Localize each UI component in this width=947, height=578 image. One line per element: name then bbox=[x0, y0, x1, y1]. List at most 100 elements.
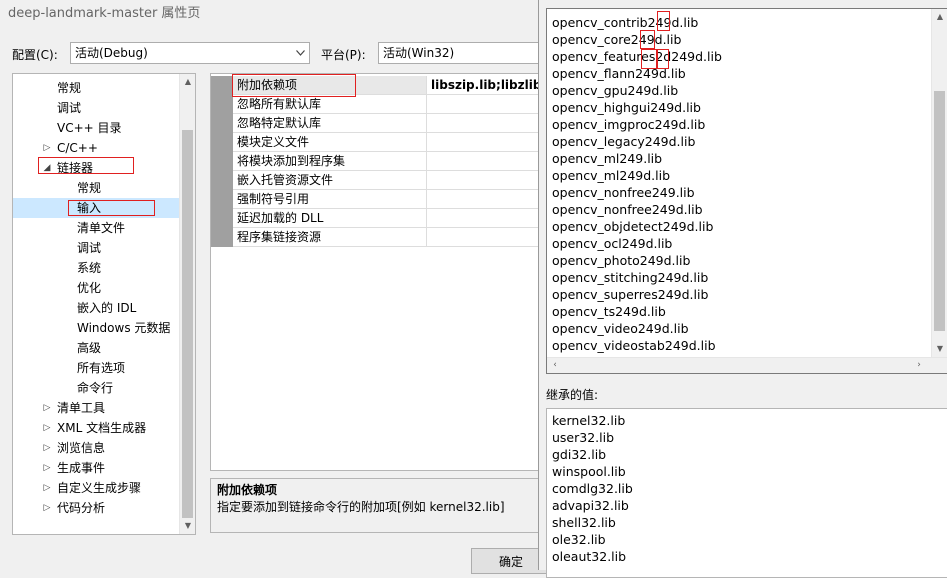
scroll-down-icon[interactable]: ▼ bbox=[932, 341, 947, 357]
tree-item-label: 调试 bbox=[77, 241, 102, 255]
scroll-up-icon[interactable]: ▲ bbox=[180, 74, 195, 90]
tree-item[interactable]: 所有选项 bbox=[77, 358, 125, 378]
tree-item[interactable]: ◢ 链接器 bbox=[44, 158, 93, 178]
inherited-values-label: 继承的值: bbox=[546, 388, 599, 402]
tree-item[interactable]: 命令行 bbox=[77, 378, 113, 398]
tree-item[interactable]: ▷ 清单工具 bbox=[44, 398, 106, 418]
dependency-line: opencv_core249d.lib bbox=[552, 32, 682, 47]
tree-item[interactable]: ▷ 自定义生成步骤 bbox=[44, 478, 141, 498]
scroll-up-icon[interactable]: ▲ bbox=[932, 9, 947, 25]
collapsed-triangle-icon[interactable]: ▷ bbox=[41, 418, 53, 438]
scroll-left-icon[interactable]: ‹ bbox=[547, 358, 563, 373]
tree-item-label: 系统 bbox=[77, 261, 102, 275]
property-row[interactable]: 模块定义文件 bbox=[211, 133, 539, 152]
additional-dependencies-dialog: opencv_contrib249d.lib opencv_core249d.li… bbox=[538, 0, 947, 578]
tree-item-label: 输入 bbox=[77, 201, 102, 215]
tree-item[interactable]: 输入 bbox=[13, 198, 195, 218]
tree-scroll-thumb[interactable] bbox=[182, 130, 193, 518]
collapsed-triangle-icon[interactable]: ▷ bbox=[41, 498, 53, 518]
tree-item-label: XML 文档生成器 bbox=[57, 421, 147, 435]
dependency-line: opencv_nonfree249.lib bbox=[552, 185, 695, 200]
dependency-line: opencv_contrib249d.lib bbox=[552, 15, 699, 30]
tree-item[interactable]: 嵌入的 IDL bbox=[77, 298, 136, 318]
tree-item[interactable]: ▷ 生成事件 bbox=[44, 458, 105, 478]
property-value[interactable] bbox=[427, 114, 539, 133]
dependency-line: opencv_ml249d.lib bbox=[552, 168, 671, 183]
property-name: 延迟加载的 DLL bbox=[233, 209, 427, 228]
property-row[interactable]: 程序集链接资源 bbox=[211, 228, 539, 247]
property-row[interactable]: 附加依赖项libszip.lib;libzlib.lib bbox=[211, 76, 539, 95]
platform-dropdown[interactable]: 活动(Win32) bbox=[378, 42, 542, 64]
tree-item[interactable]: VC++ 目录 bbox=[57, 118, 122, 138]
property-value[interactable] bbox=[427, 190, 539, 209]
config-label: 配置(C): bbox=[12, 48, 58, 62]
textbox-hscrollbar[interactable]: ‹ › bbox=[547, 357, 947, 373]
tree-scrollbar[interactable]: ▲ ▼ bbox=[179, 74, 195, 534]
tree-item-label: 常规 bbox=[57, 81, 82, 95]
property-name: 忽略特定默认库 bbox=[233, 114, 427, 133]
property-value[interactable] bbox=[427, 171, 539, 190]
inherited-line: oleaut32.lib bbox=[552, 549, 627, 564]
property-value[interactable]: libszip.lib;libzlib.lib bbox=[427, 76, 539, 95]
collapsed-triangle-icon[interactable]: ▷ bbox=[41, 438, 53, 458]
property-tree: 常规 调试 VC++ 目录 ▷ C/C++ ◢ 链接器 常规 输入 清单文件 调试 系统 优化 嵌入的 I… bbox=[12, 73, 196, 535]
dependency-line: opencv_features2d249d.lib bbox=[552, 49, 722, 64]
tree-item-label: 嵌入的 IDL bbox=[77, 301, 137, 315]
property-value[interactable] bbox=[427, 133, 539, 152]
property-row[interactable]: 延迟加载的 DLL bbox=[211, 209, 539, 228]
tree-item[interactable]: 常规 bbox=[77, 178, 101, 198]
tree-item[interactable]: 常规 bbox=[57, 78, 81, 98]
collapsed-triangle-icon[interactable]: ▷ bbox=[41, 398, 53, 418]
tree-item[interactable]: Windows 元数据 bbox=[77, 318, 170, 338]
dependencies-textbox[interactable]: opencv_contrib249d.lib opencv_core249d.li… bbox=[546, 8, 947, 374]
description-panel: 附加依赖项 指定要添加到链接命令行的附加项[例如 kernel32.lib] bbox=[210, 478, 540, 533]
tree-item[interactable]: ▷ 浏览信息 bbox=[44, 438, 106, 458]
dependency-line: opencv_flann249d.lib bbox=[552, 66, 686, 81]
tree-item[interactable]: 优化 bbox=[77, 278, 101, 298]
tree-item-label: 代码分析 bbox=[57, 501, 106, 515]
row-gutter bbox=[211, 133, 233, 152]
window-title: deep-landmark-master 属性页 bbox=[8, 6, 201, 21]
tree-item[interactable]: 高级 bbox=[77, 338, 101, 358]
tree-item[interactable]: 调试 bbox=[77, 238, 101, 258]
tree-item-label: 命令行 bbox=[77, 381, 114, 395]
property-row[interactable]: 忽略所有默认库 bbox=[211, 95, 539, 114]
scroll-right-icon[interactable]: › bbox=[911, 358, 927, 373]
dependency-line: opencv_gpu249d.lib bbox=[552, 83, 679, 98]
collapsed-triangle-icon[interactable]: ▷ bbox=[41, 458, 53, 478]
tree-item-label: 清单工具 bbox=[57, 401, 106, 415]
textbox-vscrollbar[interactable]: ▲ ▼ bbox=[931, 9, 947, 357]
property-row[interactable]: 将模块添加到程序集 bbox=[211, 152, 539, 171]
property-value[interactable] bbox=[427, 209, 539, 228]
dependency-line: opencv_ocl249d.lib bbox=[552, 236, 673, 251]
property-row[interactable]: 忽略特定默认库 bbox=[211, 114, 539, 133]
tree-item-label: C/C++ bbox=[57, 141, 98, 155]
expanded-triangle-icon[interactable]: ◢ bbox=[41, 158, 53, 178]
tree-item-label: 浏览信息 bbox=[57, 441, 106, 455]
collapsed-triangle-icon[interactable]: ▷ bbox=[41, 478, 53, 498]
property-value[interactable] bbox=[427, 95, 539, 114]
tree-item[interactable]: 清单文件 bbox=[77, 218, 125, 238]
property-row[interactable]: 嵌入托管资源文件 bbox=[211, 171, 539, 190]
row-gutter bbox=[211, 228, 233, 247]
textbox-scroll-thumb[interactable] bbox=[934, 91, 945, 331]
tree-item-label: 清单文件 bbox=[77, 221, 126, 235]
tree-item[interactable]: ▷ XML 文档生成器 bbox=[44, 418, 147, 438]
dependency-line: opencv_objdetect249d.lib bbox=[552, 219, 714, 234]
row-gutter bbox=[211, 95, 233, 114]
tree-item-label: 所有选项 bbox=[77, 361, 126, 375]
property-name: 将模块添加到程序集 bbox=[233, 152, 427, 171]
tree-item[interactable]: 调试 bbox=[57, 98, 81, 118]
property-row[interactable]: 强制符号引用 bbox=[211, 190, 539, 209]
tree-item-label: VC++ 目录 bbox=[57, 121, 122, 135]
property-value[interactable] bbox=[427, 152, 539, 171]
tree-item[interactable]: 系统 bbox=[77, 258, 101, 278]
config-dropdown[interactable]: 活动(Debug) bbox=[70, 42, 310, 64]
tree-item[interactable]: ▷ C/C++ bbox=[44, 138, 98, 158]
property-name: 程序集链接资源 bbox=[233, 228, 427, 247]
scroll-down-icon[interactable]: ▼ bbox=[180, 518, 195, 534]
inherited-line: comdlg32.lib bbox=[552, 481, 633, 496]
tree-item[interactable]: ▷ 代码分析 bbox=[44, 498, 106, 518]
property-value[interactable] bbox=[427, 228, 539, 247]
collapsed-triangle-icon[interactable]: ▷ bbox=[41, 138, 53, 158]
